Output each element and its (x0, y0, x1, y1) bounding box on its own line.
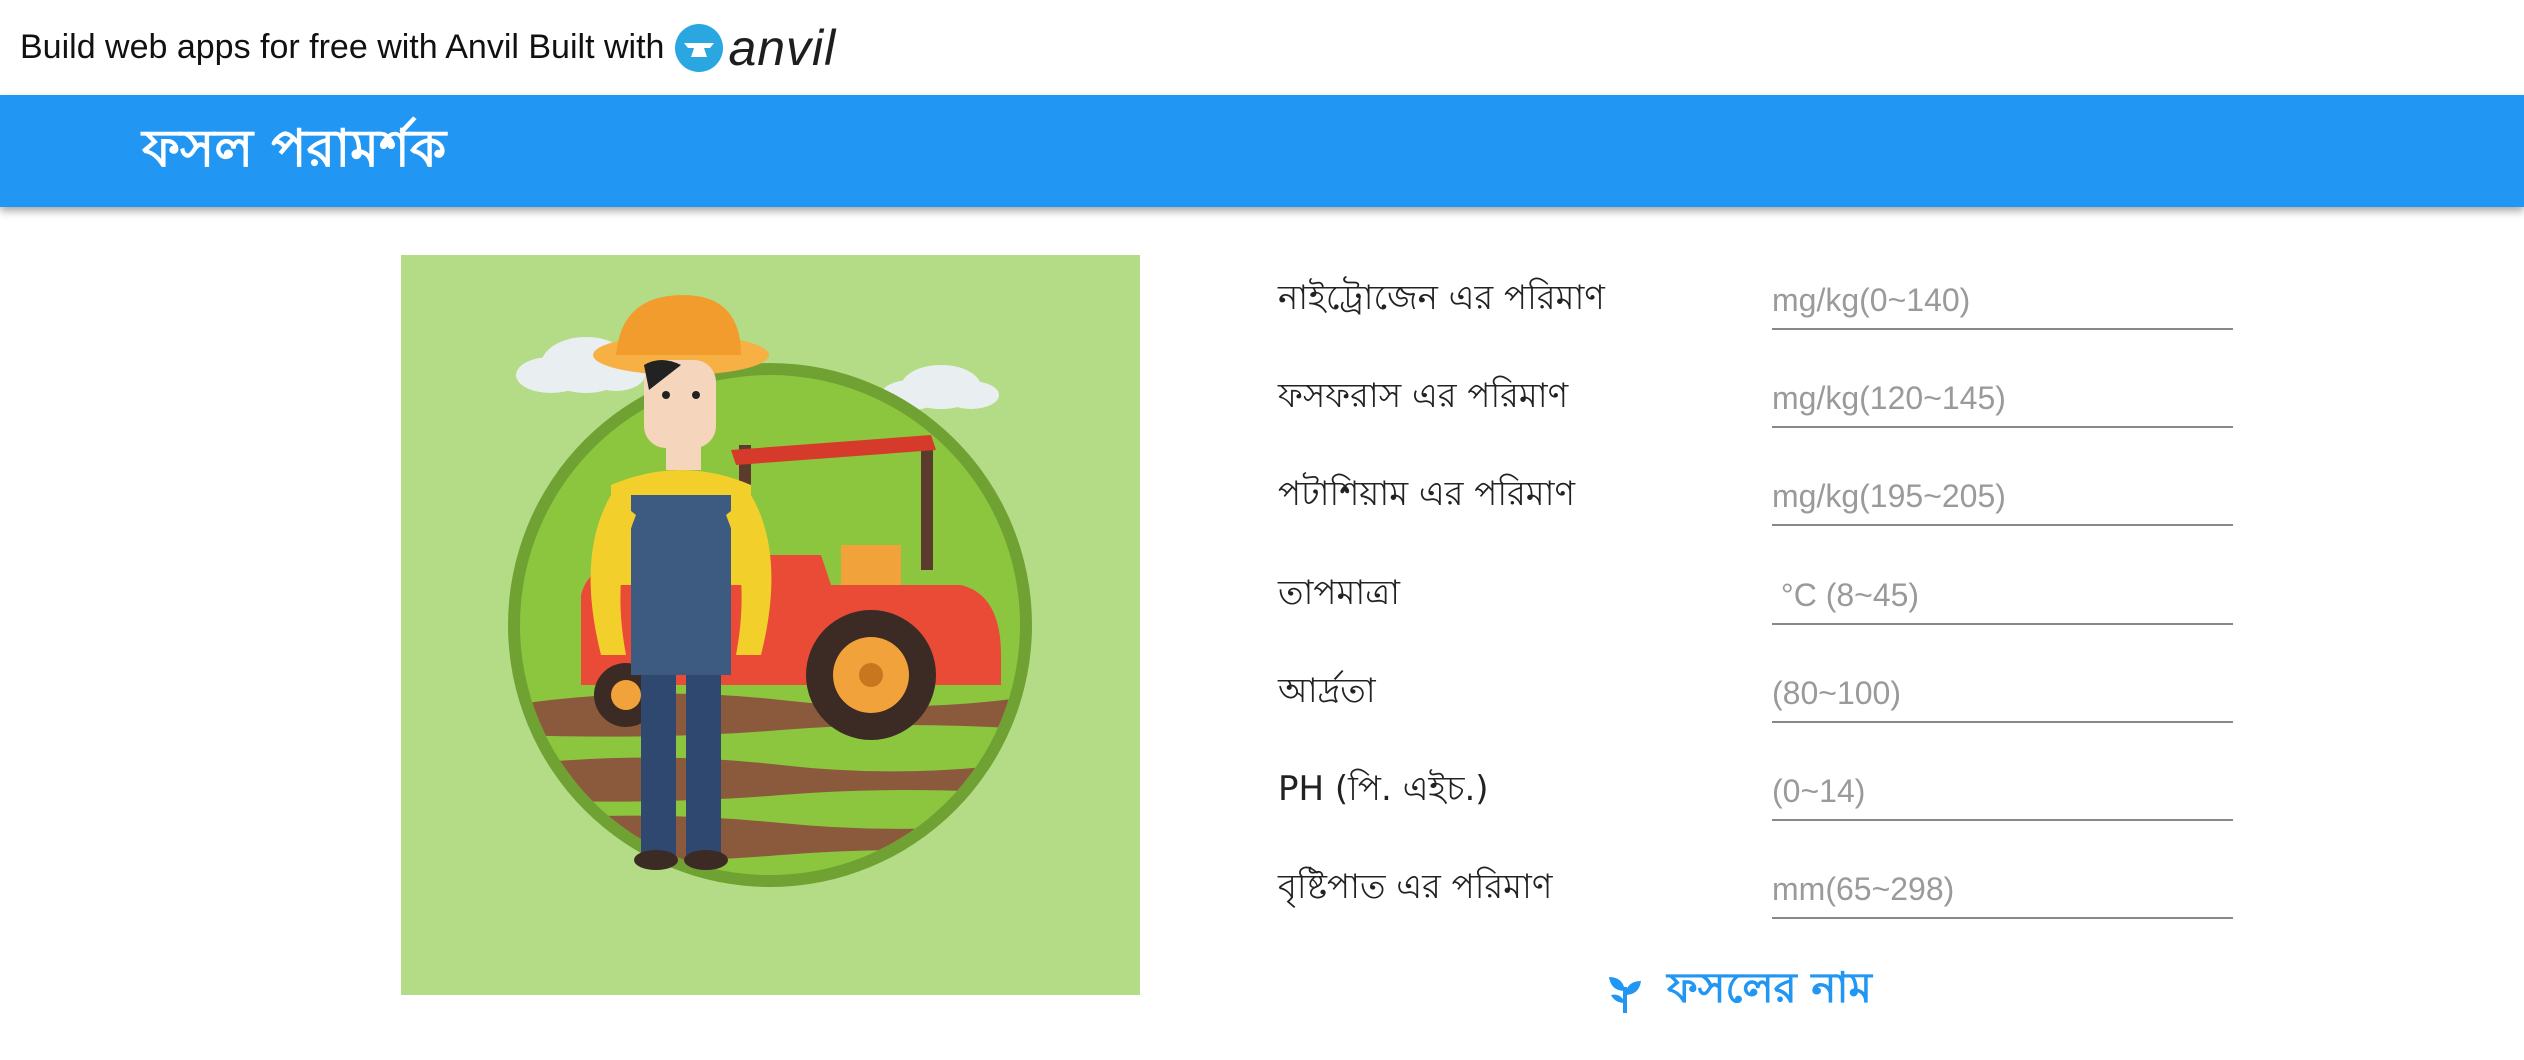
form-row-nitrogen: নাইট্রোজেন এর পরিমাণ (1278, 262, 2235, 360)
farmer-with-tractor-illustration (508, 295, 1032, 887)
anvil-logo[interactable]: anvil (674, 23, 836, 73)
anvil-logo-text: anvil (728, 19, 837, 76)
form-row-potassium: পটাশিয়াম এর পরিমাণ (1278, 458, 2235, 556)
ph-input[interactable] (1772, 763, 2233, 821)
nitrogen-input[interactable] (1772, 272, 2233, 330)
anvil-logo-icon (675, 23, 724, 72)
app-header: ফসল পরামর্শক (0, 95, 2524, 207)
phosphorus-input[interactable] (1772, 370, 2233, 428)
form-row-rainfall: বৃষ্টিপাত এর পরিমাণ (1278, 851, 2235, 949)
nitrogen-label: নাইট্রোজেন এর পরিমাণ (1278, 278, 1605, 318)
form-row-phosphorus: ফসফরাস এর পরিমাণ (1278, 360, 2235, 458)
ph-label: PH (পি. এইচ.) (1278, 769, 1489, 809)
crop-name-button[interactable]: ফসলের নাম (1605, 955, 1872, 1026)
humidity-input[interactable] (1772, 665, 2233, 723)
temperature-input[interactable] (1772, 567, 2233, 625)
phosphorus-label: ফসফরাস এর পরিমাণ (1278, 376, 1569, 416)
temperature-label: তাপমাত্রা (1278, 573, 1401, 613)
potassium-label: পটাশিয়াম এর পরিমাণ (1278, 474, 1576, 514)
humidity-label: আর্দ্রতা (1278, 671, 1376, 711)
farmer-illustration (401, 255, 1140, 995)
anvil-banner[interactable]: Build web apps for free with Anvil Built… (0, 0, 2524, 95)
banner-text: Build web apps for free with Anvil Built… (20, 28, 665, 66)
form-row-humidity: আর্দ্রতা (1278, 655, 2235, 753)
crop-name-button-label: ফসলের নাম (1667, 963, 1872, 1012)
form-row-ph: PH (পি. এইচ.) (1278, 753, 2235, 851)
potassium-input[interactable] (1772, 468, 2233, 526)
form-row-temperature: তাপমাত্রা (1278, 557, 2235, 655)
page-title: ফসল পরামর্শক (142, 118, 447, 179)
rainfall-input[interactable] (1772, 861, 2233, 919)
sprout-icon (1609, 976, 1641, 1013)
rainfall-label: বৃষ্টিপাত এর পরিমাণ (1278, 867, 1553, 907)
